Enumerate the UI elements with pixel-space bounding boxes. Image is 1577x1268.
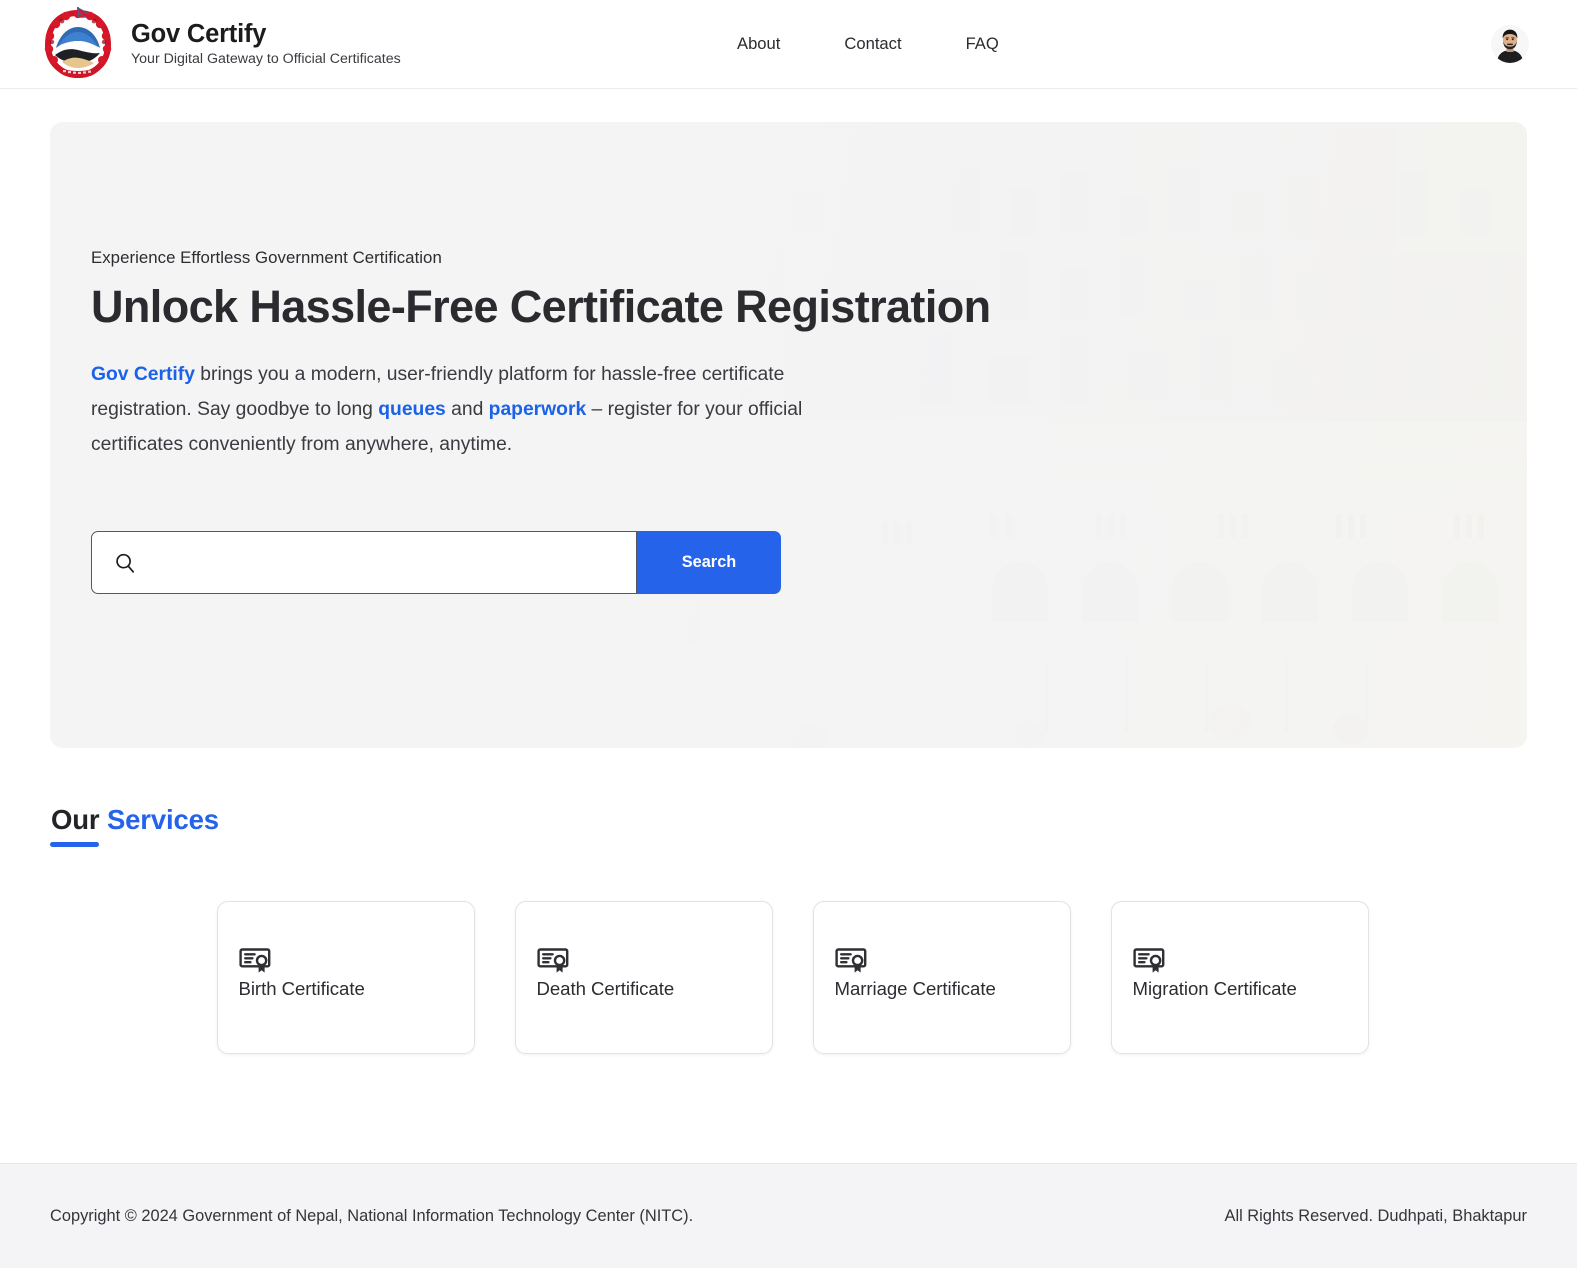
search-button[interactable]: Search xyxy=(637,531,781,595)
search-field[interactable] xyxy=(91,531,637,595)
search-bar: Search xyxy=(91,531,781,595)
certificate-icon xyxy=(834,943,1070,978)
certificate-icon xyxy=(536,943,772,978)
search-icon xyxy=(114,552,136,574)
footer-copyright: Copyright © 2024 Government of Nepal, Na… xyxy=(50,1206,694,1225)
main-navigation: About Contact FAQ xyxy=(737,28,999,60)
footer-rights: All Rights Reserved. Dudhpati, Bhaktapur xyxy=(1224,1206,1527,1225)
service-card-grid: Birth Certificate Death Certificate Marr… xyxy=(50,901,1527,1054)
search-input[interactable] xyxy=(136,532,636,594)
brand-title: Gov Certify xyxy=(131,20,267,49)
heading-underline xyxy=(50,842,99,847)
services-heading: Our Services xyxy=(50,804,219,847)
nav-link-about[interactable]: About xyxy=(737,28,780,60)
nepal-government-emblem-icon xyxy=(42,7,114,81)
service-card-migration-certificate[interactable]: Migration Certificate xyxy=(1110,901,1369,1054)
service-card-label: Death Certificate xyxy=(536,978,675,999)
user-avatar[interactable] xyxy=(1491,25,1529,63)
certificate-icon xyxy=(1132,943,1368,978)
hero-queues-link[interactable]: queues xyxy=(378,399,446,420)
hero-banner: Experience Effortless Government Certifi… xyxy=(50,122,1527,748)
service-card-label: Marriage Certificate xyxy=(834,978,996,999)
service-card-label: Birth Certificate xyxy=(238,978,365,999)
services-heading-blue: Services xyxy=(106,804,219,835)
site-footer: Copyright © 2024 Government of Nepal, Na… xyxy=(0,1163,1577,1268)
nav-link-faq[interactable]: FAQ xyxy=(966,28,999,60)
page-title: Unlock Hassle-Free Certificate Registrat… xyxy=(91,281,991,332)
hero-paperwork-link[interactable]: paperwork xyxy=(489,399,587,420)
service-card-marriage-certificate[interactable]: Marriage Certificate xyxy=(812,901,1071,1054)
hero-desc-text-2: and xyxy=(445,398,489,420)
brand-logo[interactable]: Gov Certify Your Digital Gateway to Offi… xyxy=(42,7,401,81)
brand-tagline: Your Digital Gateway to Official Certifi… xyxy=(131,50,401,67)
hero-brand-link[interactable]: Gov Certify xyxy=(91,364,195,385)
service-card-birth-certificate[interactable]: Birth Certificate xyxy=(216,901,475,1054)
hero-description: Gov Certify brings you a modern, user-fr… xyxy=(91,358,881,462)
certificate-icon xyxy=(238,943,474,978)
services-section: Our Services Birth Certificate Death Cer… xyxy=(50,748,1527,1054)
page-main: Experience Effortless Government Certifi… xyxy=(0,122,1577,1054)
nav-link-contact[interactable]: Contact xyxy=(844,28,901,60)
service-card-death-certificate[interactable]: Death Certificate xyxy=(514,901,773,1054)
hero-eyebrow: Experience Effortless Government Certifi… xyxy=(91,248,442,267)
services-heading-dark: Our xyxy=(51,804,100,835)
service-card-label: Migration Certificate xyxy=(1132,978,1297,999)
site-header: Gov Certify Your Digital Gateway to Offi… xyxy=(0,0,1577,89)
